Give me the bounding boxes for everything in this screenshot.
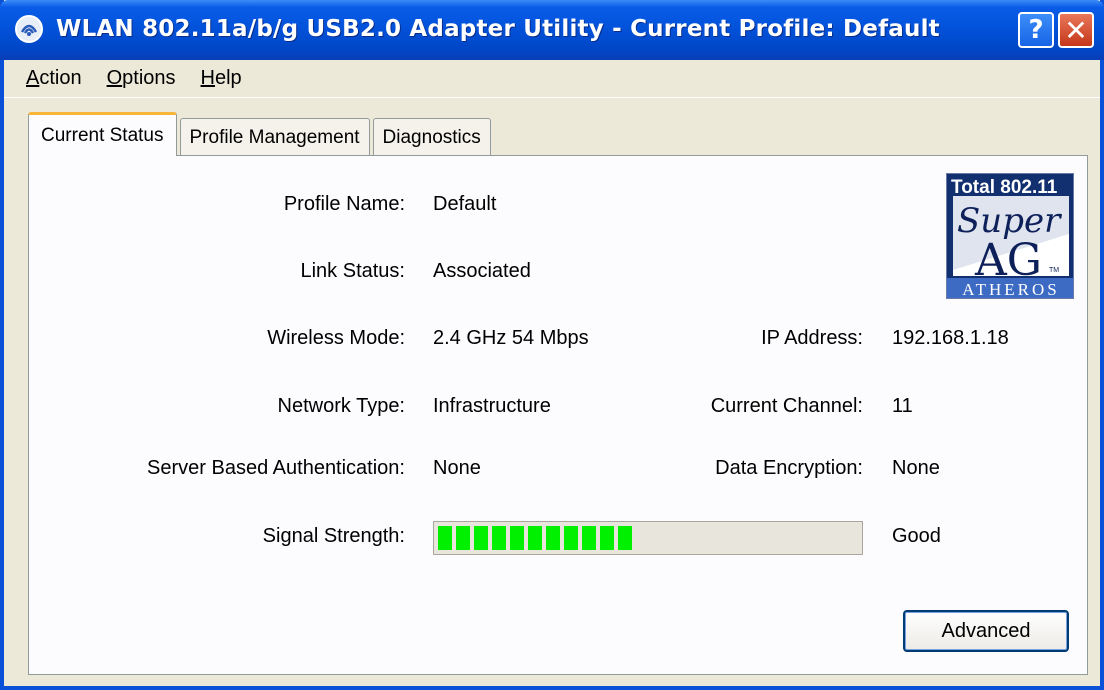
- network-type-value: Infrastructure: [433, 395, 551, 417]
- ip-address-label: IP Address:: [761, 327, 863, 349]
- tab-diagnostics[interactable]: Diagnostics: [372, 118, 491, 156]
- help-button[interactable]: ?: [1018, 12, 1054, 48]
- close-icon: ✕: [1064, 13, 1088, 47]
- link-status-label: Link Status:: [300, 260, 405, 282]
- link-status-value: Associated: [433, 260, 531, 282]
- atheros-super-ag-logo: Total 802.11 Super AG TM ATHEROS: [946, 173, 1074, 299]
- signal-block: [510, 526, 524, 550]
- tab-strip: Current Status Profile Management Diagno…: [28, 112, 494, 156]
- menu-action[interactable]: Action: [26, 67, 82, 90]
- menu-options[interactable]: Options: [107, 67, 176, 90]
- wireless-app-icon: [15, 15, 43, 43]
- signal-strength-fill: [438, 526, 632, 550]
- server-auth-label: Server Based Authentication:: [147, 457, 405, 479]
- help-icon: ?: [1028, 15, 1044, 45]
- tab-profile-management[interactable]: Profile Management: [179, 118, 370, 156]
- data-encryption-value: None: [892, 457, 940, 479]
- ip-address-value: 192.168.1.18: [892, 327, 1009, 349]
- window-title: WLAN 802.11a/b/g USB2.0 Adapter Utility …: [56, 16, 940, 42]
- signal-block: [438, 526, 452, 550]
- server-auth-value: None: [433, 457, 481, 479]
- app-window: WLAN 802.11a/b/g USB2.0 Adapter Utility …: [0, 0, 1104, 690]
- profile-name-value: Default: [433, 193, 497, 215]
- menu-help[interactable]: Help: [201, 67, 242, 90]
- network-type-label: Network Type:: [277, 395, 405, 417]
- wireless-mode-value: 2.4 GHz 54 Mbps: [433, 327, 589, 349]
- current-channel-label: Current Channel:: [710, 395, 863, 417]
- current-channel-value: 11: [892, 395, 913, 417]
- advanced-button[interactable]: Advanced: [903, 610, 1069, 652]
- signal-block: [618, 526, 632, 550]
- atheros-logo-graphic: Total 802.11 Super AG TM ATHEROS: [947, 174, 1073, 299]
- signal-block: [528, 526, 542, 550]
- logo-brand: ATHEROS: [962, 280, 1060, 299]
- tab-current-status[interactable]: Current Status: [28, 112, 177, 156]
- signal-block: [456, 526, 470, 550]
- close-button[interactable]: ✕: [1058, 12, 1094, 48]
- signal-strength-bar: [433, 521, 863, 555]
- wireless-mode-label: Wireless Mode:: [267, 327, 405, 349]
- signal-block: [492, 526, 506, 550]
- data-encryption-label: Data Encryption:: [715, 457, 863, 479]
- signal-block: [546, 526, 560, 550]
- logo-line1: Total 802.11: [951, 177, 1058, 198]
- signal-strength-label: Signal Strength:: [262, 525, 405, 547]
- current-status-panel: Profile Name: Default Link Status: Assoc…: [28, 155, 1088, 675]
- signal-block: [474, 526, 488, 550]
- title-bar[interactable]: WLAN 802.11a/b/g USB2.0 Adapter Utility …: [0, 0, 1104, 60]
- signal-block: [600, 526, 614, 550]
- profile-name-label: Profile Name:: [283, 193, 405, 215]
- menu-bar: Action Options Help: [4, 60, 1100, 98]
- signal-block: [564, 526, 578, 550]
- logo-tm: TM: [1049, 267, 1059, 274]
- signal-block: [582, 526, 596, 550]
- signal-strength-value: Good: [892, 525, 941, 547]
